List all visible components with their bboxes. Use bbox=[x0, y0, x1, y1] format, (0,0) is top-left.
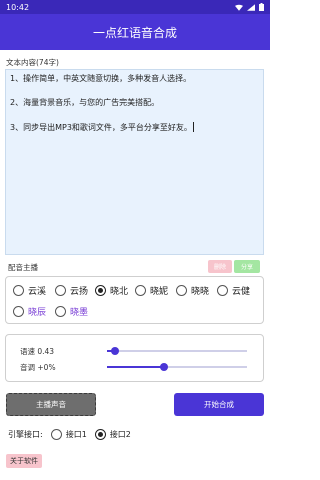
voice-anchor-label: 配音主播 bbox=[8, 263, 38, 272]
engine-selector: 引擎接口: 接口1 接口2 bbox=[8, 429, 131, 440]
app-title: 一点红语音合成 bbox=[92, 25, 177, 40]
speed-slider[interactable] bbox=[107, 347, 247, 355]
radio-icon bbox=[135, 285, 146, 296]
text-line-1: 1、操作简单，中英文随意切换，多种发音人选择。 bbox=[10, 74, 192, 83]
radio-icon bbox=[176, 285, 187, 296]
text-cursor bbox=[192, 122, 194, 132]
radio-icon bbox=[13, 306, 24, 317]
radio-icon bbox=[55, 285, 66, 296]
voice-option-xiaomo[interactable]: 晓墨 bbox=[55, 305, 88, 318]
radio-checked-icon bbox=[94, 429, 106, 440]
text-content-input[interactable]: 1、操作简单，中英文随意切换，多种发音人选择。 2、海量背景音乐，与您的广告完美… bbox=[5, 69, 264, 255]
radio-icon bbox=[217, 285, 228, 296]
voice-option-xiaobei[interactable]: 晓北 bbox=[95, 284, 128, 297]
share-button[interactable]: 分享 bbox=[234, 260, 260, 273]
engine-option-2[interactable]: 接口2 bbox=[94, 429, 131, 440]
pitch-slider-fill bbox=[107, 366, 165, 368]
start-synthesis-button[interactable]: 开始合成 bbox=[174, 393, 264, 416]
text-content-label: 文本内容(74字) bbox=[6, 58, 59, 67]
about-button[interactable]: 关于软件 bbox=[6, 454, 42, 468]
battery-icon bbox=[259, 3, 264, 11]
pitch-slider-thumb[interactable] bbox=[160, 363, 169, 371]
pitch-label: 音调 +0% bbox=[20, 363, 56, 372]
status-time: 10:42 bbox=[6, 2, 30, 12]
voice-option-yunjian[interactable]: 云健 bbox=[217, 284, 250, 297]
wifi-icon bbox=[235, 4, 243, 11]
signal-icon bbox=[247, 3, 255, 11]
speed-slider-thumb[interactable] bbox=[110, 347, 119, 355]
radio-icon bbox=[13, 285, 24, 296]
engine-label: 引擎接口: bbox=[8, 430, 43, 439]
speed-label: 语速 0.43 bbox=[20, 347, 55, 356]
delete-button[interactable]: 删除 bbox=[208, 260, 232, 273]
anchor-voice-button[interactable]: 主播声音 bbox=[6, 393, 96, 416]
sliders-card: 语速 0.43 音调 +0% bbox=[5, 334, 264, 382]
text-line-3: 3、同步导出MP3和歌词文件，多平台分享至好友。 bbox=[10, 123, 192, 132]
voice-option-xiaoni[interactable]: 晓妮 bbox=[135, 284, 168, 297]
voice-option-yunyang[interactable]: 云扬 bbox=[55, 284, 88, 297]
engine-option-1[interactable]: 接口1 bbox=[50, 429, 87, 440]
radio-icon bbox=[50, 429, 62, 440]
text-line-2: 2、海量背景音乐，与您的广告完美搭配。 bbox=[10, 98, 160, 107]
voice-option-xiaochen[interactable]: 晓辰 bbox=[13, 305, 46, 318]
voice-option-yunxi[interactable]: 云溪 bbox=[13, 284, 46, 297]
app-bar: 一点红语音合成 bbox=[0, 14, 270, 50]
status-bar: 10:42 bbox=[0, 0, 270, 14]
voice-option-xiaoxiao[interactable]: 晓晓 bbox=[176, 284, 209, 297]
voice-options-card: 云溪 云扬 晓北 晓妮 晓晓 云健 晓辰 晓墨 bbox=[5, 276, 264, 324]
pitch-slider[interactable] bbox=[107, 363, 247, 371]
radio-checked-icon bbox=[95, 285, 106, 296]
radio-icon bbox=[55, 306, 66, 317]
